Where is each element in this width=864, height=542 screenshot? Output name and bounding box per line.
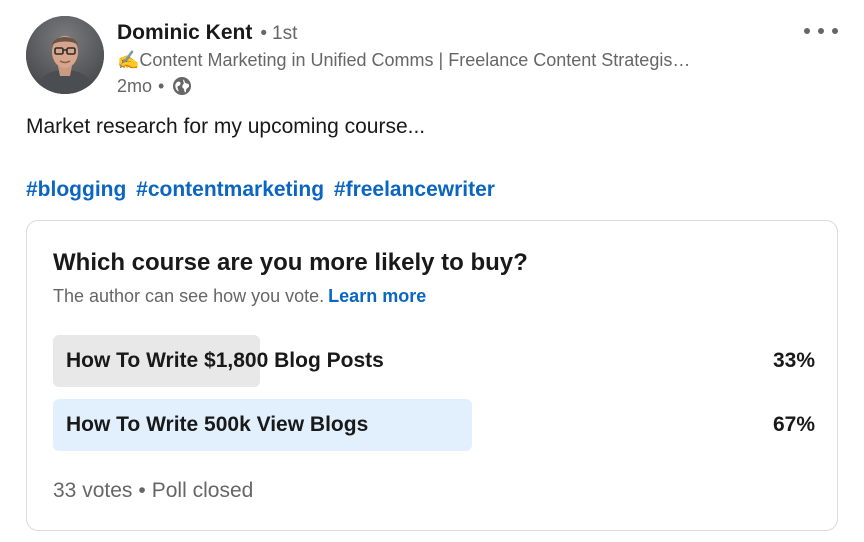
poll-note-text: The author can see how you vote.: [53, 286, 325, 306]
hashtags: #blogging #contentmarketing #freelancewr…: [26, 178, 499, 202]
author-name[interactable]: Dominic Kent: [117, 21, 252, 45]
more-options-button[interactable]: [804, 20, 838, 42]
author-headline: ✍️Content Marketing in Unified Comms | F…: [117, 50, 691, 70]
poll-option-label: How To Write $1,800 Blog Posts: [66, 349, 384, 372]
hashtag-link[interactable]: #contentmarketing: [136, 178, 324, 201]
poll-option[interactable]: How To Write $1,800 Blog Posts 33%: [53, 335, 815, 387]
hashtag-link[interactable]: #freelancewriter: [334, 178, 495, 201]
connection-degree: • 1st: [260, 23, 297, 45]
author-row: Dominic Kent • 1st: [117, 21, 297, 49]
poll-option[interactable]: How To Write 500k View Blogs 67%: [53, 399, 815, 451]
poll-vote-count[interactable]: 33 votes: [53, 479, 132, 502]
separator-dot: •: [158, 75, 165, 96]
separator-dot: •: [138, 479, 146, 502]
poll-status: Poll closed: [151, 479, 254, 502]
poll-footer: 33 votes • Poll closed: [53, 479, 253, 503]
poll-card: Which course are you more likely to buy?…: [26, 220, 838, 531]
more-dot-icon: [804, 28, 810, 34]
poll-option-label: How To Write 500k View Blogs: [66, 413, 369, 436]
more-dot-icon: [818, 28, 824, 34]
feed-post: Dominic Kent • 1st ✍️Content Marketing in…: [0, 0, 864, 542]
post-time[interactable]: 2mo: [117, 76, 152, 97]
post-meta: 2mo •: [117, 74, 192, 98]
more-dot-icon: [832, 28, 838, 34]
author-avatar[interactable]: [26, 16, 104, 94]
poll-privacy-note: The author can see how you vote. Learn mo…: [53, 286, 426, 307]
connection-degree-label: 1st: [272, 23, 298, 44]
poll-option-percent: 33%: [772, 349, 815, 372]
globe-icon: [172, 76, 192, 96]
learn-more-link[interactable]: Learn more: [328, 286, 426, 306]
poll-question: Which course are you more likely to buy?: [53, 249, 528, 276]
post-text: Market research for my upcoming course..…: [26, 115, 426, 138]
hashtag-link[interactable]: #blogging: [26, 178, 126, 201]
separator-dot: •: [260, 23, 267, 44]
poll-option-percent: 67%: [772, 413, 815, 436]
